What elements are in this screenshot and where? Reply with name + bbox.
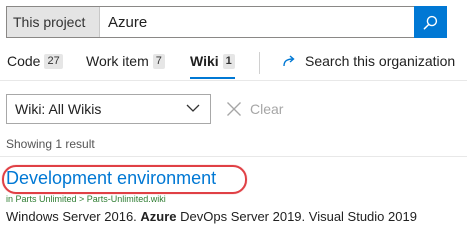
snippet-text: DevOps Server 2019. Visual Studio 2019	[176, 209, 417, 224]
tab-count-badge: 1	[222, 53, 235, 69]
tab-code[interactable]: Code 27	[7, 42, 63, 80]
tab-divider	[259, 52, 260, 74]
tab-work-item[interactable]: Work item 7	[86, 42, 165, 80]
tab-count-badge: 27	[44, 53, 63, 69]
search-bar: This project	[6, 6, 447, 38]
search-organization-label: Search this organization	[305, 53, 456, 69]
search-button[interactable]	[414, 6, 447, 38]
tab-label: Work item	[86, 53, 149, 69]
chevron-down-icon	[186, 104, 200, 112]
result-title-link[interactable]: Development environment	[6, 168, 216, 189]
search-tabs: Code 27 Work item 7 Wiki 1 Search this o…	[0, 42, 467, 80]
search-icon	[423, 15, 438, 29]
results-count: Showing 1 result	[6, 137, 95, 151]
snippet-text: Windows Server 2016.	[6, 209, 141, 224]
snippet-hit: Azure	[140, 209, 177, 224]
divider	[0, 156, 467, 157]
result-snippet: Windows Server 2016. Azure DevOps Server…	[6, 209, 417, 224]
search-scope-label[interactable]: This project	[7, 7, 100, 37]
tab-count-badge: 7	[152, 53, 165, 69]
wiki-filter-value: Wiki: All Wikis	[15, 101, 102, 117]
redirect-arrow-icon	[283, 55, 295, 67]
tab-label: Wiki	[190, 53, 219, 69]
close-icon	[227, 102, 241, 116]
tab-wiki[interactable]: Wiki 1	[190, 42, 235, 80]
divider	[0, 80, 467, 81]
clear-filter-button[interactable]: Clear	[226, 94, 283, 124]
clear-label: Clear	[250, 101, 284, 117]
search-input[interactable]	[100, 7, 414, 37]
tab-label: Code	[7, 53, 41, 69]
wiki-filter-dropdown[interactable]: Wiki: All Wikis	[6, 94, 211, 124]
search-organization-link[interactable]: Search this organization	[281, 42, 455, 80]
result-path: in Parts Unlimited > Parts-Unlimited.wik…	[6, 194, 166, 204]
